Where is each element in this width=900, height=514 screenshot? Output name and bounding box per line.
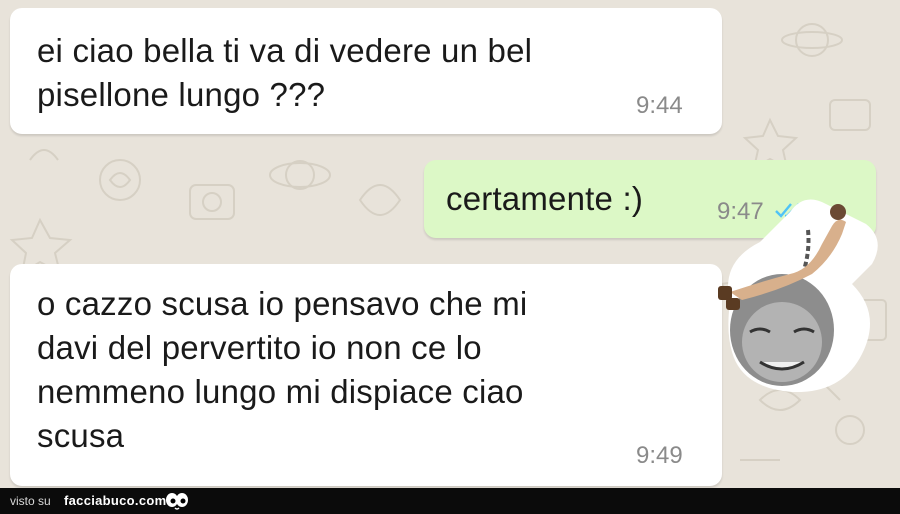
message-text: o cazzo scusa io pensavo che mi davi del… (37, 285, 528, 454)
footer-visto-label: visto su (10, 494, 51, 508)
meme-sticker-image (718, 199, 878, 392)
watermark-footer: visto su facciabuco.com (0, 488, 900, 514)
message-time: 9:44 (636, 92, 683, 119)
message-text: ei ciao bella ti va di vedere un bel pis… (37, 32, 533, 113)
incoming-message-1[interactable]: ei ciao bella ti va di vedere un bel pis… (10, 8, 722, 134)
incoming-message-2[interactable]: o cazzo scusa io pensavo che mi davi del… (10, 264, 722, 486)
message-time: 9:49 (636, 442, 683, 469)
footer-site-name: facciabuco.com (64, 493, 167, 508)
eyes-icon (166, 493, 188, 510)
